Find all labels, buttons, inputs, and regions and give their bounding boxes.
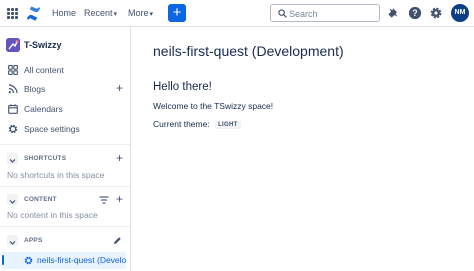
sidebar-item-blogs[interactable]: Blogs +: [7, 81, 127, 97]
gear-icon: [24, 256, 33, 265]
blogs-icon: [8, 84, 18, 94]
space-avatar-icon: [6, 38, 20, 52]
shortcuts-section-header[interactable]: SHORTCUTS +: [7, 151, 127, 165]
add-content-icon[interactable]: +: [116, 192, 123, 206]
content-title: CONTENT: [24, 196, 57, 203]
notifications-icon[interactable]: [386, 6, 400, 20]
chevron-down-icon[interactable]: [7, 235, 18, 246]
recent-menu[interactable]: Recent▾: [84, 8, 117, 18]
sidebar-divider: [0, 226, 130, 227]
help-icon[interactable]: ?: [408, 6, 422, 20]
chevron-down-icon: ▾: [149, 11, 154, 18]
sidebar-item-label: Blogs: [24, 84, 46, 94]
create-button[interactable]: +: [168, 4, 186, 22]
sidebar-item-label: All content: [24, 65, 64, 75]
sidebar-divider: [0, 186, 130, 187]
search-box[interactable]: [270, 4, 380, 22]
edit-pencil-icon[interactable]: [113, 236, 122, 245]
add-blog-icon[interactable]: +: [116, 81, 123, 95]
welcome-text: Welcome to the TSwizzy space!: [153, 101, 274, 111]
shortcuts-title: SHORTCUTS: [24, 155, 67, 162]
sidebar-item-space-settings[interactable]: Space settings: [7, 123, 127, 137]
page-title: neils-first-quest (Development): [153, 43, 344, 59]
sidebar-item-label: Calendars: [24, 104, 63, 114]
calendar-icon: [8, 104, 18, 114]
add-shortcut-icon[interactable]: +: [116, 151, 123, 165]
apps-title: APPS: [24, 237, 43, 244]
content-empty-text: No content in this space: [7, 210, 98, 220]
space-sidebar: T-Swizzy All content Blogs + Calendars S…: [0, 27, 131, 271]
app-switcher-icon[interactable]: [7, 8, 18, 19]
chevron-down-icon: ▾: [113, 11, 118, 18]
home-link[interactable]: Home: [52, 8, 76, 18]
apps-section-header[interactable]: APPS: [7, 235, 127, 247]
current-theme-row: Current theme: LIGHT: [153, 119, 241, 129]
settings-icon[interactable]: [429, 6, 443, 20]
filter-icon[interactable]: [99, 195, 109, 205]
recent-label: Recent: [84, 8, 113, 18]
app-item-label: neils-first-quest (Development): [37, 255, 126, 265]
confluence-logo-icon[interactable]: [26, 6, 41, 21]
chevron-down-icon[interactable]: [7, 194, 18, 205]
svg-text:?: ?: [412, 8, 417, 18]
search-input[interactable]: [289, 7, 375, 20]
more-label: More: [128, 8, 149, 18]
selected-indicator: [2, 255, 4, 265]
more-menu[interactable]: More▾: [128, 8, 153, 18]
sidebar-item-calendars[interactable]: Calendars: [7, 103, 127, 117]
shortcuts-empty-text: No shortcuts in this space: [7, 170, 105, 180]
space-header[interactable]: T-Swizzy: [5, 38, 127, 53]
sidebar-item-app-neils-first-quest[interactable]: neils-first-quest (Development): [2, 252, 126, 269]
sidebar-divider: [0, 144, 130, 145]
top-navigation: Home Recent▾ More▾ + ? NM: [0, 0, 474, 27]
search-icon: [278, 9, 287, 18]
main-content: neils-first-quest (Development) Hello th…: [131, 27, 474, 271]
sidebar-item-label: Space settings: [24, 124, 80, 134]
greeting-heading: Hello there!: [153, 81, 212, 93]
space-name: T-Swizzy: [24, 40, 62, 50]
theme-label: Current theme:: [153, 119, 210, 129]
user-avatar[interactable]: NM: [451, 4, 469, 22]
chevron-down-icon[interactable]: [7, 153, 18, 164]
sidebar-item-all-content[interactable]: All content: [7, 64, 127, 78]
all-content-icon: [8, 65, 18, 75]
gear-icon: [8, 124, 18, 134]
content-section-header[interactable]: CONTENT +: [7, 192, 127, 206]
theme-badge: LIGHT: [215, 121, 241, 129]
